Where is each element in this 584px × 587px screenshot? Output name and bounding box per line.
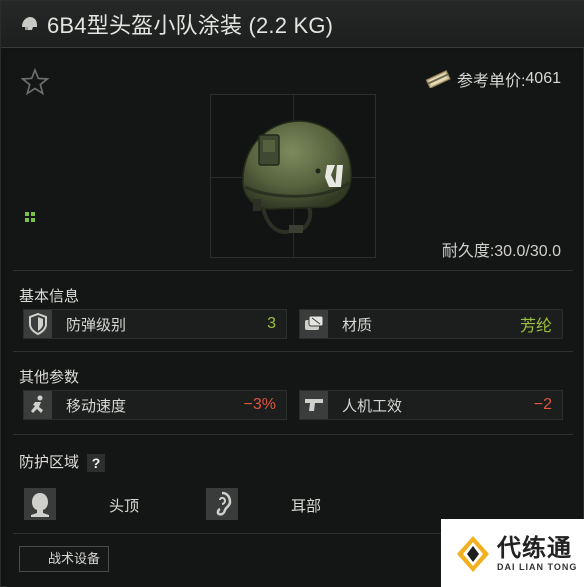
zone-label-head-top: 头顶 — [109, 498, 140, 515]
durability: 耐久度:30.0/30.0 — [442, 237, 561, 261]
helmet-image — [242, 120, 352, 234]
protection-title: 防护区域 — [19, 454, 80, 471]
durability-value: 30.0/30.0 — [494, 243, 561, 260]
stat-ergonomics: 人机工效 −2 — [299, 390, 563, 420]
item-inspect-window: 6B4型头盔小队涂装 (2.2 KG) 参考单价: 4061 耐久度:30.0/… — [0, 0, 584, 587]
shield-icon — [24, 310, 52, 338]
price-value: 4061 — [525, 70, 561, 87]
helmet-category-icon — [22, 17, 37, 30]
stat-label: 材质 — [342, 316, 373, 334]
section-title-other: 其他参数 — [19, 369, 80, 386]
watermark-en: DAI LIAN TONG — [497, 561, 578, 572]
stat-material: 材质 芳纶 — [299, 309, 563, 339]
pistol-icon — [300, 391, 328, 419]
stat-value: 3 — [267, 315, 276, 332]
price-label: 参考单价: — [456, 73, 526, 90]
watermark-cn: 代练通 — [497, 534, 572, 562]
stat-movement-speed: 移动速度 −3% — [23, 390, 287, 420]
ear-icon — [206, 488, 238, 520]
window-titlebar[interactable]: 6B4型头盔小队涂装 (2.2 KG) — [1, 1, 584, 48]
stat-label: 移动速度 — [66, 397, 127, 415]
section-divider — [13, 434, 573, 435]
money-stack-icon — [425, 70, 451, 88]
item-title: 6B4型头盔小队涂装 (2.2 KG) — [47, 13, 334, 38]
section-title-protection: 防护区域? — [19, 451, 106, 473]
stat-value: −3% — [243, 396, 276, 413]
stat-value: −2 — [533, 396, 552, 413]
watermark-text: 代练通 DAI LIAN TONG — [497, 534, 578, 572]
item-image-frame[interactable] — [210, 94, 376, 258]
stat-label: 人机工效 — [342, 397, 403, 415]
fabric-roll-icon — [300, 310, 328, 338]
reference-price: 参考单价: 4061 — [425, 67, 561, 91]
item-size-grid-icon — [25, 212, 35, 222]
help-icon[interactable]: ? — [87, 454, 106, 473]
section-divider — [13, 351, 573, 352]
stat-armor-class: 防弹级别 3 — [23, 309, 287, 339]
running-man-icon — [24, 391, 52, 419]
favorite-star-icon[interactable] — [21, 68, 49, 96]
item-detail-body: 参考单价: 4061 耐久度:30.0/30.0 基本信息 防弹级别 3 材质 … — [7, 51, 579, 587]
stat-label: 防弹级别 — [66, 316, 127, 334]
tactical-equipment-tab[interactable]: 战术设备 — [19, 546, 109, 572]
section-title-basic: 基本信息 — [19, 288, 80, 305]
head-top-icon — [24, 488, 56, 520]
section-divider — [13, 270, 573, 271]
daliantong-logo-icon — [457, 535, 489, 572]
watermark-badge: 代练通 DAI LIAN TONG — [441, 519, 584, 587]
durability-label: 耐久度: — [441, 243, 495, 260]
zone-label-ears: 耳部 — [291, 498, 322, 515]
stat-value: 芳纶 — [519, 318, 552, 335]
